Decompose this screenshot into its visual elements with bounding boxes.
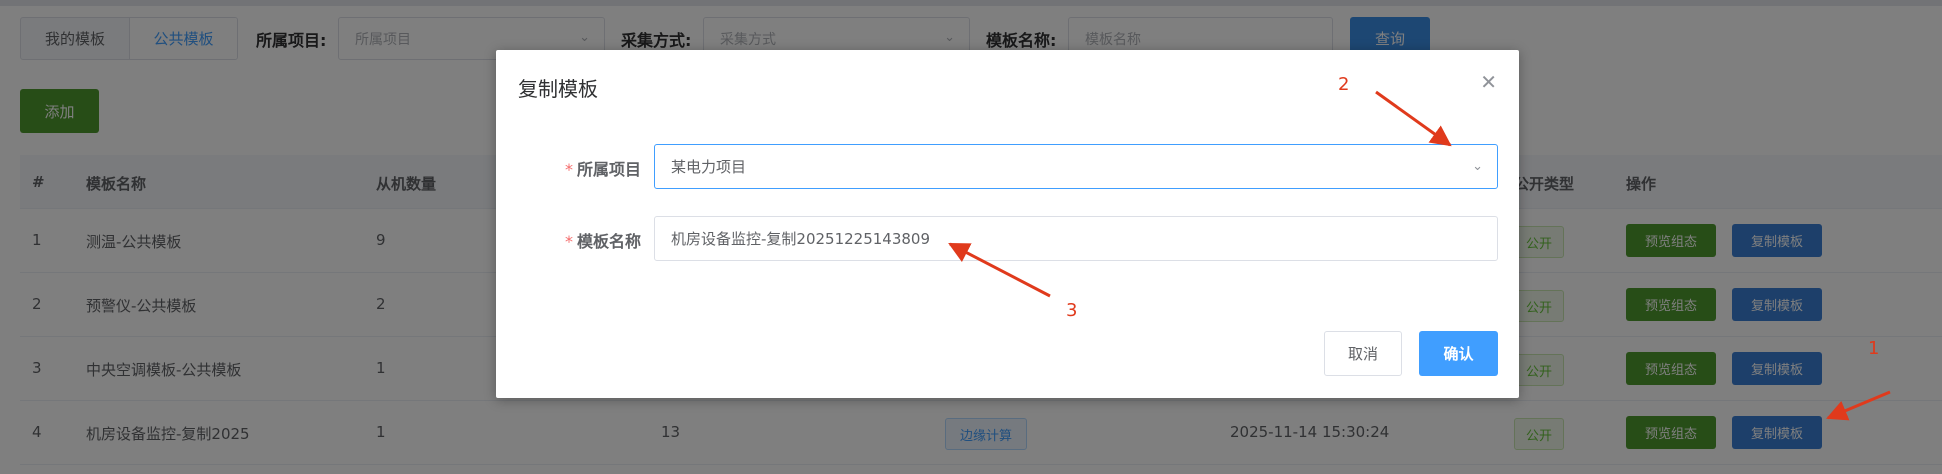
annotation-number-1: 1 <box>1868 338 1880 359</box>
project-field-label-text: 所属项目 <box>576 160 641 179</box>
required-mark: * <box>564 232 573 251</box>
required-mark: * <box>564 160 573 179</box>
project-field-label: * 所属项目 <box>496 156 641 180</box>
chevron-down-icon: ⌄ <box>1472 159 1483 174</box>
copy-template-dialog: 复制模板 ✕ * 所属项目 某电力项目 ⌄ * 模板名称 机房设备监控-复制2025… <box>496 50 1519 398</box>
close-icon[interactable]: ✕ <box>1480 72 1497 92</box>
name-field-label: * 模板名称 <box>496 228 641 252</box>
annotation-number-2: 2 <box>1338 74 1350 95</box>
dialog-title: 复制模板 <box>518 77 598 101</box>
template-name-value: 机房设备监控-复制20251225143809 <box>671 230 931 248</box>
annotation-number-3: 3 <box>1066 300 1078 321</box>
confirm-button[interactable]: 确认 <box>1419 331 1498 376</box>
name-field-label-text: 模板名称 <box>576 232 641 251</box>
project-select[interactable]: 某电力项目 ⌄ <box>654 144 1498 189</box>
cancel-button[interactable]: 取消 <box>1324 331 1402 376</box>
project-select-value: 某电力项目 <box>671 158 747 176</box>
template-name-input[interactable]: 机房设备监控-复制20251225143809 <box>654 216 1498 261</box>
